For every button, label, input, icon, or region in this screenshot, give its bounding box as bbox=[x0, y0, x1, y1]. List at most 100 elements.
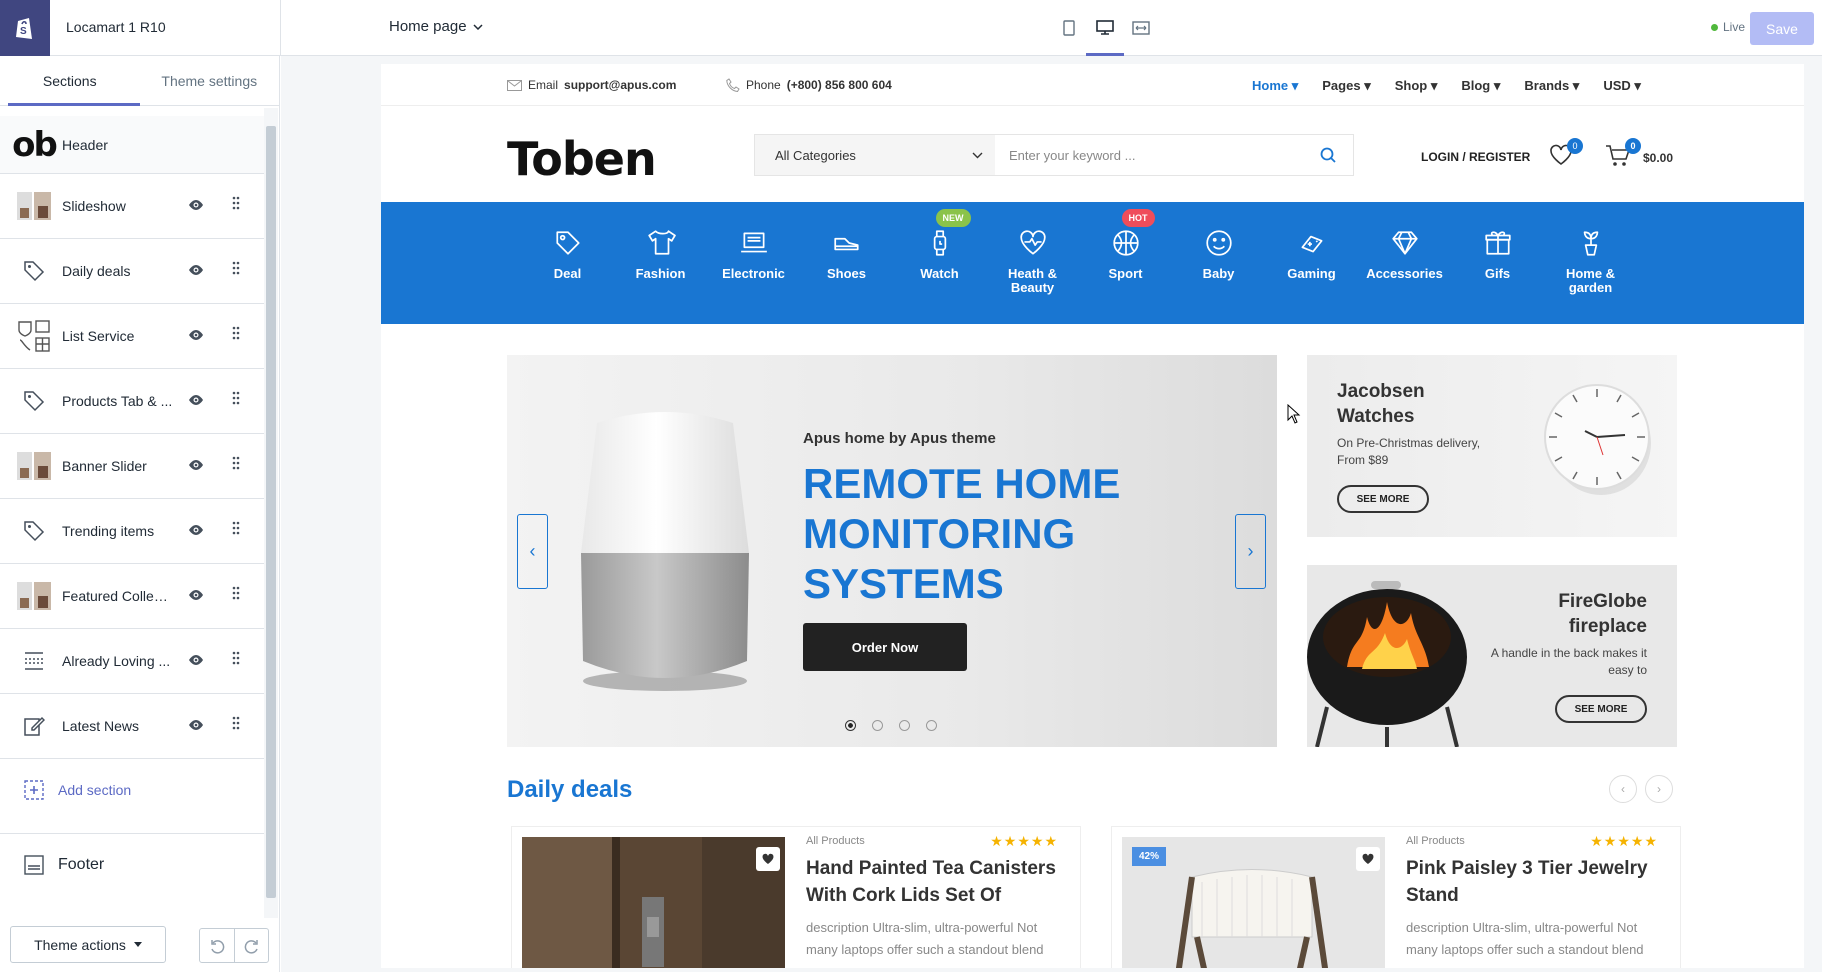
store-preview-frame[interactable]: Email support@apus.com Phone (+800) 856 … bbox=[381, 64, 1804, 968]
section-header[interactable]: ob Header bbox=[0, 116, 264, 174]
drag-handle-icon[interactable] bbox=[232, 716, 240, 735]
slider-next-button[interactable]: › bbox=[1235, 514, 1266, 589]
category-shoes[interactable]: Shoes bbox=[800, 202, 893, 295]
drag-handle-icon[interactable] bbox=[232, 521, 240, 540]
fullscreen-view-icon[interactable] bbox=[1128, 14, 1154, 42]
drag-handle-icon[interactable] bbox=[232, 261, 240, 280]
slider-dot[interactable] bbox=[872, 720, 883, 731]
theme-actions-button[interactable]: Theme actions bbox=[10, 926, 166, 963]
section-item-banner-slider[interactable]: Banner Slider bbox=[0, 434, 264, 499]
slider-dot[interactable] bbox=[926, 720, 937, 731]
tab-theme-settings[interactable]: Theme settings bbox=[140, 56, 280, 105]
section-item-already-loving[interactable]: Already Loving ... bbox=[0, 629, 264, 694]
section-item-slideshow[interactable]: Slideshow bbox=[0, 174, 264, 239]
drag-handle-icon[interactable] bbox=[232, 196, 240, 215]
category-select[interactable]: All Categories bbox=[755, 135, 995, 175]
sidebar-scroll-thumb[interactable] bbox=[266, 126, 276, 898]
drag-handle-icon[interactable] bbox=[232, 456, 240, 475]
section-item-list-service[interactable]: List Service bbox=[0, 304, 264, 369]
section-item-featured-collect[interactable]: Featured Collect... bbox=[0, 564, 264, 629]
drag-handle-icon[interactable] bbox=[232, 391, 240, 410]
page-selector[interactable]: Home page bbox=[389, 18, 483, 35]
nav-pages[interactable]: Pages ▾ bbox=[1322, 78, 1370, 94]
category-gifs[interactable]: Gifs bbox=[1451, 202, 1544, 295]
drag-handle-icon[interactable] bbox=[232, 651, 240, 670]
undo-icon[interactable] bbox=[200, 929, 234, 962]
mobile-view-icon[interactable] bbox=[1056, 14, 1082, 42]
wishlist-add-button[interactable] bbox=[1356, 847, 1380, 871]
login-register-link[interactable]: LOGIN / REGISTER bbox=[1421, 150, 1530, 164]
tag-icon bbox=[12, 249, 56, 293]
currency-selector[interactable]: USD ▾ bbox=[1603, 78, 1641, 94]
eye-icon[interactable] bbox=[188, 588, 204, 606]
product-category[interactable]: All Products bbox=[806, 835, 865, 847]
deals-next-button[interactable]: › bbox=[1645, 775, 1673, 803]
eye-icon[interactable] bbox=[188, 523, 204, 541]
slider-dot[interactable] bbox=[899, 720, 910, 731]
nav-brands[interactable]: Brands ▾ bbox=[1524, 78, 1579, 94]
drag-handle-icon[interactable] bbox=[232, 326, 240, 345]
eye-icon[interactable] bbox=[188, 458, 204, 476]
search-button[interactable] bbox=[1303, 135, 1353, 175]
topbar-phone[interactable]: Phone (+800) 856 800 604 bbox=[726, 78, 892, 92]
product-category[interactable]: All Products bbox=[1406, 835, 1465, 847]
eye-icon[interactable] bbox=[188, 263, 204, 281]
eye-icon[interactable] bbox=[188, 328, 204, 346]
desktop-view-icon[interactable] bbox=[1086, 14, 1124, 56]
category-label: Sport bbox=[1108, 266, 1143, 281]
section-label: Header bbox=[62, 136, 108, 153]
section-item-latest-news[interactable]: Latest News bbox=[0, 694, 264, 759]
category-heath-beauty[interactable]: Heath & Beauty bbox=[986, 202, 1079, 295]
see-more-button[interactable]: SEE MORE bbox=[1337, 485, 1429, 513]
category-watch[interactable]: NEW Watch bbox=[893, 202, 986, 295]
product-card[interactable]: 42% All Products ★★★★★ Pink Paisley 3 Ti… bbox=[1111, 826, 1681, 968]
chevron-down-icon bbox=[473, 23, 483, 30]
product-name[interactable]: Pink Paisley 3 Tier Jewelry Stand bbox=[1406, 855, 1656, 909]
cart-button[interactable]: 0 $0.00 bbox=[1605, 138, 1673, 171]
section-item-products-tab[interactable]: Products Tab & ... bbox=[0, 369, 264, 434]
nav-home[interactable]: Home ▾ bbox=[1252, 78, 1298, 94]
topbar-email[interactable]: Email support@apus.com bbox=[507, 78, 676, 92]
section-item-daily-deals[interactable]: Daily deals bbox=[0, 239, 264, 304]
tab-sections[interactable]: Sections bbox=[0, 56, 140, 106]
product-card[interactable]: All Products ★★★★★ Hand Painted Tea Cani… bbox=[511, 826, 1081, 968]
category-baby[interactable]: Baby bbox=[1172, 202, 1265, 295]
eye-icon[interactable] bbox=[188, 718, 204, 736]
category-electronic[interactable]: Electronic bbox=[707, 202, 800, 295]
category-gaming[interactable]: Gaming bbox=[1265, 202, 1358, 295]
section-item-trending-items[interactable]: Trending items bbox=[0, 499, 264, 564]
order-now-button[interactable]: Order Now bbox=[803, 623, 967, 671]
edit-icon bbox=[12, 704, 56, 748]
save-button[interactable]: Save bbox=[1750, 12, 1814, 45]
banner-fireplace[interactable]: FireGlobe fireplace A handle in the back… bbox=[1307, 565, 1677, 747]
category-deal[interactable]: Deal bbox=[521, 202, 614, 295]
category-sport[interactable]: HOT Sport bbox=[1079, 202, 1172, 295]
slider-dot[interactable] bbox=[845, 720, 856, 731]
deals-prev-button[interactable]: ‹ bbox=[1609, 775, 1637, 803]
category-home-garden[interactable]: Home & garden bbox=[1544, 202, 1637, 295]
search-input[interactable]: Enter your keyword ... bbox=[995, 135, 1303, 175]
product-name[interactable]: Hand Painted Tea Canisters With Cork Lid… bbox=[806, 855, 1056, 909]
eye-icon[interactable] bbox=[188, 653, 204, 671]
wishlist-button[interactable]: 0 bbox=[1549, 138, 1583, 171]
redo-icon[interactable] bbox=[234, 929, 268, 962]
slider-prev-button[interactable]: ‹ bbox=[517, 514, 548, 589]
see-more-button[interactable]: SEE MORE bbox=[1555, 695, 1647, 723]
category-fashion[interactable]: Fashion bbox=[614, 202, 707, 295]
category-accessories[interactable]: Accessories bbox=[1358, 202, 1451, 295]
add-section-button[interactable]: Add section bbox=[0, 759, 264, 821]
eye-icon[interactable] bbox=[188, 393, 204, 411]
wishlist-add-button[interactable] bbox=[756, 847, 780, 871]
section-footer[interactable]: Footer bbox=[0, 833, 264, 895]
category-bar: Deal Fashion Electronic Shoes NEW Watch Heath … bbox=[381, 202, 1804, 324]
image-thumb bbox=[12, 574, 56, 618]
drag-handle-icon[interactable] bbox=[232, 586, 240, 605]
nav-shop[interactable]: Shop ▾ bbox=[1395, 78, 1438, 94]
eye-icon[interactable] bbox=[188, 198, 204, 216]
store-name[interactable]: Locamart 1 R10 bbox=[66, 19, 166, 35]
nav-blog[interactable]: Blog ▾ bbox=[1461, 78, 1500, 94]
shopify-logo-icon[interactable]: S bbox=[0, 0, 50, 56]
store-logo[interactable]: Toben bbox=[507, 132, 657, 186]
heart-icon bbox=[762, 853, 774, 864]
banner-watches[interactable]: Jacobsen Watches On Pre-Christmas delive… bbox=[1307, 355, 1677, 537]
